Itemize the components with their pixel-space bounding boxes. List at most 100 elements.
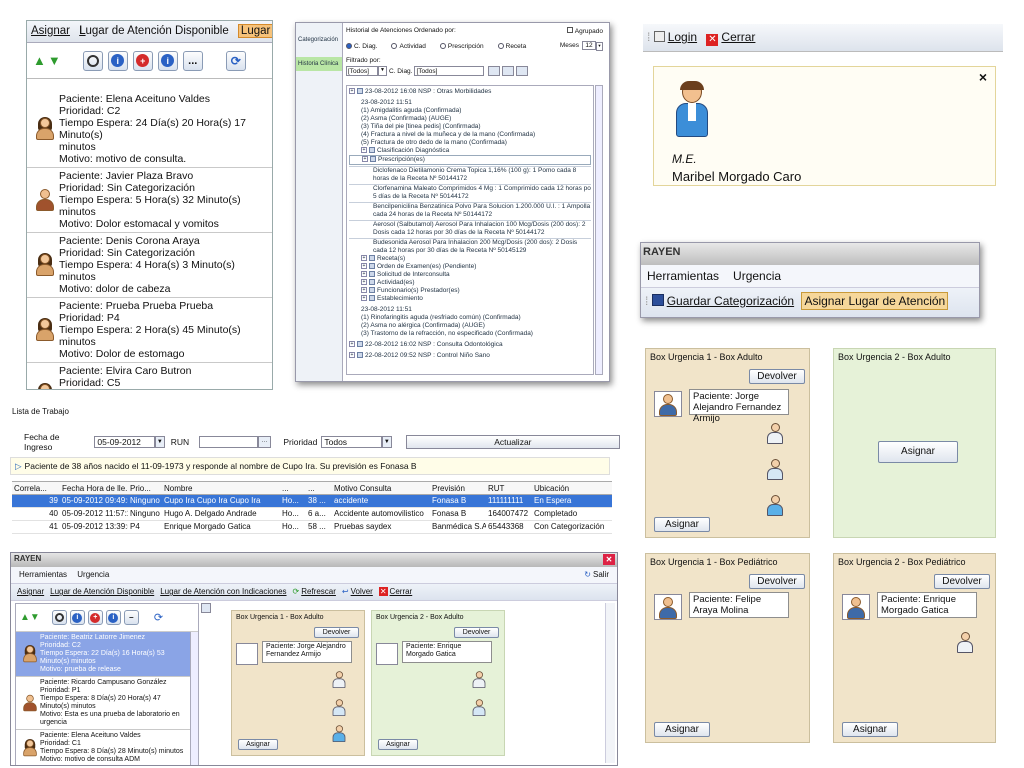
expand-icon[interactable]: + (349, 88, 355, 95)
move-up-icon[interactable]: ▲ (33, 53, 46, 68)
table-row[interactable]: 39 05-09-2012 09:49:58Ninguno Cupo Ira Cup… (12, 495, 612, 508)
patient-list-item[interactable]: Paciente: Elena Aceituno Valdes Prioridad… (27, 91, 272, 168)
info-button[interactable]: i (69, 610, 85, 625)
medical-button[interactable]: + (87, 610, 103, 625)
move-down-icon[interactable]: ▼ (48, 53, 61, 68)
asignar-button[interactable]: Asignar (878, 441, 958, 463)
refresh-button[interactable]: ⟳ (225, 50, 246, 71)
run-search-icon[interactable]: ··· (257, 436, 272, 448)
filter-action-button[interactable] (516, 66, 529, 76)
expand-icon[interactable]: + (349, 341, 355, 348)
expand-icon[interactable]: + (361, 271, 367, 278)
tab-historia-clinica[interactable]: Historia Clínica (296, 57, 342, 71)
toolbar-item-5[interactable]: ✕ Cerrar (378, 587, 412, 596)
filter-action-button[interactable] (488, 66, 501, 76)
tree-node[interactable]: + Orden de Examen(es) (Pendiente) (349, 263, 591, 271)
patient-card[interactable]: Paciente: Jorge Alejandro Fernandez Armi… (689, 389, 789, 424)
tree-node[interactable]: + Solicitud de Interconsulta (349, 271, 591, 279)
patient-list-item[interactable]: Paciente: Elvira Caro Butron Prioridad: C… (27, 363, 272, 389)
tree-node[interactable]: + Establecimiento (349, 295, 591, 303)
menu-item-1[interactable]: Urgencia (733, 269, 781, 283)
column-header[interactable]: Fecha Hora de lle... (60, 482, 128, 495)
agrupado-checkbox[interactable]: Agrupado (566, 27, 603, 35)
patient-list-item[interactable]: Paciente: Denis Corona Araya Prioridad: S… (27, 233, 272, 298)
column-header[interactable]: Prio... (128, 482, 162, 495)
tree-node[interactable]: + Receta(s) (349, 255, 591, 263)
fecha-input[interactable]: 05-09-2012 (94, 436, 155, 448)
column-header[interactable]: Motivo Consulta (332, 482, 430, 495)
toolbar-item-3[interactable]: ⟳ Refrescar (293, 587, 336, 596)
sort-radio-0[interactable]: C. Diag. (346, 43, 377, 50)
run-input[interactable] (199, 436, 258, 448)
sort-radio-1[interactable]: Actividad (391, 43, 426, 50)
column-header[interactable]: ... (280, 482, 306, 495)
tab-categorizacion[interactable]: Categorización (296, 23, 342, 57)
column-header[interactable]: Correla... (12, 482, 60, 495)
asignar-lugar-button[interactable]: Asignar Lugar de Atención (801, 292, 949, 310)
salir-button[interactable]: ↻ Salir (584, 570, 609, 579)
tree-node[interactable]: +22-08-2012 09:52 NSP : Control Niño San… (349, 352, 591, 360)
devolver-button[interactable]: Devolver (454, 627, 499, 638)
filter-select[interactable]: [Todos] (346, 66, 378, 76)
prioridad-select[interactable]: Todos (321, 436, 382, 448)
prioridad-dropdown-icon[interactable]: ▼ (381, 436, 392, 448)
patient-list-item[interactable]: Paciente: Javier Plaza Bravo Prioridad: S… (27, 168, 272, 233)
login-button[interactable]: Login (653, 30, 697, 44)
table-row[interactable]: 41 05-09-2012 13:39:58P4 Enrique Morgado G… (12, 521, 612, 534)
column-header[interactable]: RUT (486, 482, 532, 495)
tree-node[interactable]: +23-08-2012 16:08 NSP : Otras Morbilidad… (349, 88, 591, 96)
patient-list-item[interactable]: Paciente: Ricardo Campusano González Prio… (16, 677, 198, 730)
column-header[interactable]: Previsión (430, 482, 486, 495)
asignar-button[interactable]: Asignar (238, 739, 278, 750)
expand-icon[interactable]: + (361, 279, 367, 286)
tree-node[interactable]: + Funcionario(s) Prestador(es) (349, 287, 591, 295)
window-close-button[interactable]: ✕ (603, 554, 615, 565)
toolbar-item-1[interactable]: Lugar de Atención Disponible (50, 587, 154, 596)
move-up-icon[interactable]: ▲ (20, 612, 30, 623)
actualizar-button[interactable]: Actualizar (405, 435, 620, 449)
toolbar-item-4[interactable]: ↩ Volver (342, 587, 373, 596)
asignar-button[interactable]: Asignar (378, 739, 418, 750)
tree-node[interactable]: + Actividad(es) (349, 279, 591, 287)
meses-input[interactable]: 12 (582, 41, 596, 50)
menu-lugar-atencion[interactable]: Lugar de Aten (237, 24, 272, 38)
menu-urgencia[interactable]: Urgencia (77, 570, 109, 579)
menu-herramientas[interactable]: Herramientas (19, 570, 67, 579)
sort-radio-3[interactable]: Receta (497, 43, 526, 50)
table-row[interactable]: 40 05-09-2012 11:57:16Ninguno Hugo A. Delg… (12, 508, 612, 521)
devolver-button[interactable]: Devolver (314, 627, 359, 638)
devolver-button[interactable]: Devolver (934, 574, 990, 589)
column-header[interactable]: Ubicación (532, 482, 604, 495)
queue-scrollbar[interactable] (190, 632, 198, 765)
guardar-button[interactable]: Guardar Categorización (651, 294, 794, 308)
info-button[interactable]: i (107, 50, 128, 71)
patient-card[interactable]: Paciente: Felipe Araya Molina (689, 592, 789, 618)
asignar-button[interactable]: Asignar (654, 722, 710, 737)
menu-item-0[interactable]: Herramientas (647, 269, 719, 283)
patient-list-item[interactable]: Paciente: Prueba Prueba Prueba Prioridad:… (27, 298, 272, 363)
move-down-icon[interactable]: ▼ (30, 612, 40, 623)
diag-filter-select[interactable]: [Todos] (414, 66, 485, 76)
patient-card[interactable]: Paciente: Enrique Morgado Gatica (402, 641, 492, 663)
expand-icon[interactable] (201, 603, 211, 613)
toolbar-item-2[interactable]: Lugar de Atención con Indicaciones (160, 587, 286, 596)
close-card-button[interactable]: × (979, 69, 987, 85)
tree-node[interactable]: + Prescripción(es) (349, 155, 591, 165)
tree-node[interactable]: +22-08-2012 16:02 NSP : Consulta Odontol… (349, 341, 591, 349)
expand-icon[interactable]: + (361, 287, 367, 294)
tree-scrollbar[interactable] (595, 85, 603, 375)
asignar-button[interactable]: Asignar (842, 722, 898, 737)
column-header[interactable]: ... (306, 482, 332, 495)
expand-icon[interactable]: + (349, 352, 355, 359)
menu-lugar-disponible[interactable]: LLugar de Atención Disponible (79, 25, 229, 37)
filter-action-button[interactable] (502, 66, 515, 76)
info2-button[interactable]: i (157, 50, 178, 71)
menu-asignar[interactable]: Asignar (31, 25, 70, 37)
refresh-icon[interactable]: ⟳ (154, 611, 163, 624)
tree-node[interactable]: + Clasificación Diagnóstica (349, 147, 591, 155)
medical-button[interactable]: + (132, 50, 153, 71)
cerrar-button[interactable]: ✕ Cerrar (706, 30, 755, 46)
patient-list-item[interactable]: Paciente: Beatriz Latorre Jimenez Priorid… (16, 632, 198, 677)
expand-icon[interactable]: + (362, 156, 368, 163)
expand-icon[interactable]: + (361, 295, 367, 302)
